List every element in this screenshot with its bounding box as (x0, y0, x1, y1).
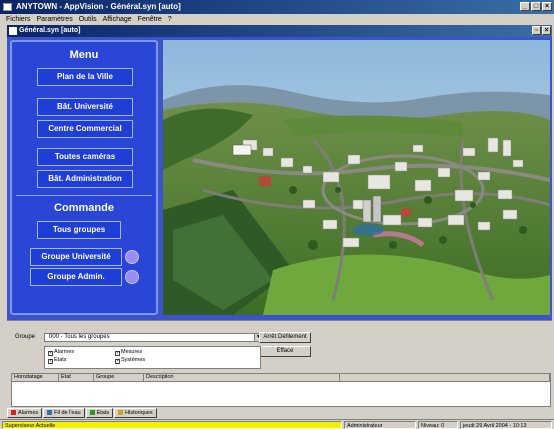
panel-divider (16, 195, 152, 196)
tab-alarmes-label: Alarmes (18, 410, 39, 416)
tab-fil-eau-label: Fil de l'eau (54, 410, 81, 416)
states-icon (89, 410, 95, 415)
toutes-cameras-button[interactable]: Toutes caméras (37, 148, 133, 166)
history-icon (118, 410, 124, 415)
maximize-icon[interactable]: □ (531, 2, 541, 11)
campus-aerial-map[interactable] (163, 40, 550, 315)
tous-groupes-button[interactable]: Tous groupes (37, 221, 121, 239)
menu-parametres[interactable]: Paramètres (37, 14, 73, 25)
bat-universite-button[interactable]: Bât. Université (37, 98, 133, 116)
plan-ville-button[interactable]: Plan de la Ville (37, 68, 133, 86)
filter-systemes-label: Systèmes (121, 357, 146, 363)
filter-mesures-label: Mesures (121, 349, 143, 355)
column-groupe[interactable]: Groupe (94, 374, 144, 382)
status-message: Superviseur Actuelle (2, 421, 342, 429)
centre-commercial-button[interactable]: Centre Commercial (37, 120, 133, 138)
groupe-universite-indicator (125, 250, 139, 264)
filter-etats-label: Etats (54, 357, 67, 363)
group-label: Groupe (15, 334, 36, 340)
statusbar: Superviseur Actuelle Administrateur Nive… (0, 419, 554, 429)
menu-fenetre[interactable]: Fenêtre (138, 14, 162, 25)
child-close-icon[interactable]: × (542, 26, 551, 35)
arret-defilement-button[interactable]: Arrêt Défilement (259, 332, 311, 343)
tab-fil-eau[interactable]: Fil de l'eau (43, 408, 85, 418)
column-horodatage[interactable]: Horodatage (12, 374, 59, 382)
menu-help[interactable]: ? (168, 14, 172, 25)
groupe-admin-button[interactable]: Groupe Admin. (30, 268, 122, 286)
column-etat[interactable]: Etat (59, 374, 94, 382)
filter-alarmes-label: Alarmes (54, 349, 75, 355)
alarm-icon (11, 410, 16, 415)
child-restore-icon[interactable]: ▫ (532, 26, 541, 35)
column-description[interactable]: Description (144, 374, 340, 382)
group-select-value: 000 - Tous les groupes (49, 334, 110, 340)
menu-title: Menu (69, 49, 99, 61)
menubar: Fichiers Paramètres Outils Affichage Fen… (0, 14, 554, 25)
child-window-titlebar: Général.syn [auto] ▫ × (7, 25, 552, 37)
document-icon (9, 27, 17, 35)
view-tabs: Alarmes Fil de l'eau Etats Historiques (7, 408, 552, 418)
campus-map-illustration (163, 40, 550, 315)
tab-historiques[interactable]: Historiques (114, 408, 157, 418)
close-icon[interactable]: × (542, 2, 552, 11)
tab-historiques-label: Historiques (125, 410, 153, 416)
alarm-panel: Groupe 000 - Tous les groupes ▼ Arrêt Dé… (7, 320, 552, 408)
commande-title: Commande (54, 202, 114, 214)
menu-fichiers[interactable]: Fichiers (6, 14, 31, 25)
app-icon (3, 3, 12, 11)
status-user: Administrateur (344, 421, 416, 429)
minimize-icon[interactable]: _ (520, 2, 530, 11)
filter-list: ✓Alarmes ✓Etats ✓Mesures ✓Systèmes (44, 346, 261, 369)
filter-mesures[interactable]: ✓Mesures (115, 349, 142, 356)
groupe-universite-button[interactable]: Groupe Université (30, 248, 122, 266)
window-controls: _ □ × (520, 2, 552, 11)
filter-etats[interactable]: ✓Etats (48, 357, 67, 364)
child-window-controls: ▫ × (532, 26, 551, 35)
filter-alarmes[interactable]: ✓Alarmes (48, 349, 74, 356)
tab-alarmes[interactable]: Alarmes (7, 408, 43, 418)
filter-systemes[interactable]: ✓Systèmes (115, 357, 145, 364)
group-select[interactable]: 000 - Tous les groupes ▼ (44, 333, 263, 342)
stream-icon (47, 410, 53, 415)
status-level: Niveau: 0 (418, 421, 458, 429)
child-window-title: Général.syn [auto] (19, 27, 81, 34)
status-datetime: jeudi 29 Avril 2004 - 10:13 (460, 421, 552, 429)
tab-etats-label: Etats (96, 410, 110, 416)
efface-button[interactable]: Efface (259, 346, 311, 357)
column-filler (340, 374, 550, 382)
groupe-admin-indicator (125, 270, 139, 284)
app-titlebar: ANYTOWN - AppVision - Général.syn [auto]… (0, 0, 554, 14)
tab-etats[interactable]: Etats (85, 408, 114, 418)
app-title: ANYTOWN - AppVision - Général.syn [auto] (16, 2, 181, 11)
alarm-table[interactable]: Horodatage Etat Groupe Description (11, 373, 551, 407)
bat-administration-button[interactable]: Bât. Administration (37, 170, 133, 188)
menu-affichage[interactable]: Affichage (103, 14, 132, 25)
menu-outils[interactable]: Outils (79, 14, 97, 25)
navigation-panel: Menu Plan de la Ville Bât. Université Ce… (10, 40, 158, 315)
